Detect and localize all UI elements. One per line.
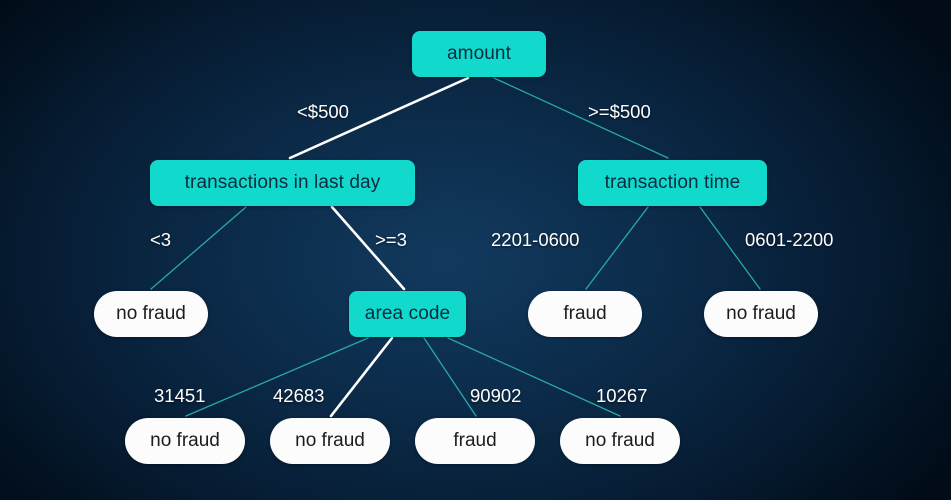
- leaf-node-leaf-night[interactable]: fraud: [528, 291, 642, 337]
- edge-label-area-42683: 42683: [273, 385, 325, 406]
- decision-tree-diagram: amount transactions in last day transactio…: [0, 0, 951, 500]
- edge-label-amount-lt500: <$500: [297, 101, 349, 122]
- leaf-node-leaf-31451[interactable]: no fraud: [125, 418, 245, 464]
- node-label: area code: [364, 303, 451, 324]
- decision-node-area-code[interactable]: area code: [349, 291, 466, 337]
- node-label: transaction time: [604, 172, 741, 193]
- node-label: amount: [447, 43, 511, 64]
- node-label: fraud: [563, 303, 607, 324]
- node-label: no fraud: [116, 303, 186, 324]
- decision-node-amount[interactable]: amount: [412, 31, 546, 77]
- edge-label-area-31451: 31451: [154, 385, 206, 406]
- edge-label-amount-gte500: >=$500: [588, 101, 651, 122]
- edge-label-time-night: 2201-0600: [491, 229, 580, 250]
- node-label: transactions in last day: [184, 172, 381, 193]
- leaf-node-leaf-42683[interactable]: no fraud: [270, 418, 390, 464]
- node-label: no fraud: [726, 303, 796, 324]
- edge-label-time-day: 0601-2200: [745, 229, 834, 250]
- edge-label-trans-gte3: >=3: [375, 229, 407, 250]
- node-label: no fraud: [585, 430, 655, 451]
- tree-edge: [329, 336, 394, 418]
- node-label: fraud: [453, 430, 497, 451]
- edge-label-trans-lt3: <3: [150, 229, 172, 250]
- tree-edge: [423, 337, 477, 417]
- node-label: no fraud: [150, 430, 220, 451]
- decision-node-trans-day[interactable]: transactions in last day: [150, 160, 415, 206]
- leaf-node-leaf-90902[interactable]: fraud: [415, 418, 535, 464]
- leaf-node-leaf-10267[interactable]: no fraud: [560, 418, 680, 464]
- decision-node-trans-time[interactable]: transaction time: [578, 160, 767, 206]
- edge-label-area-10267: 10267: [596, 385, 648, 406]
- node-label: no fraud: [295, 430, 365, 451]
- leaf-node-leaf-day[interactable]: no fraud: [704, 291, 818, 337]
- leaf-node-leaf-lt3[interactable]: no fraud: [94, 291, 208, 337]
- edge-label-area-90902: 90902: [470, 385, 522, 406]
- tree-edge: [585, 206, 649, 290]
